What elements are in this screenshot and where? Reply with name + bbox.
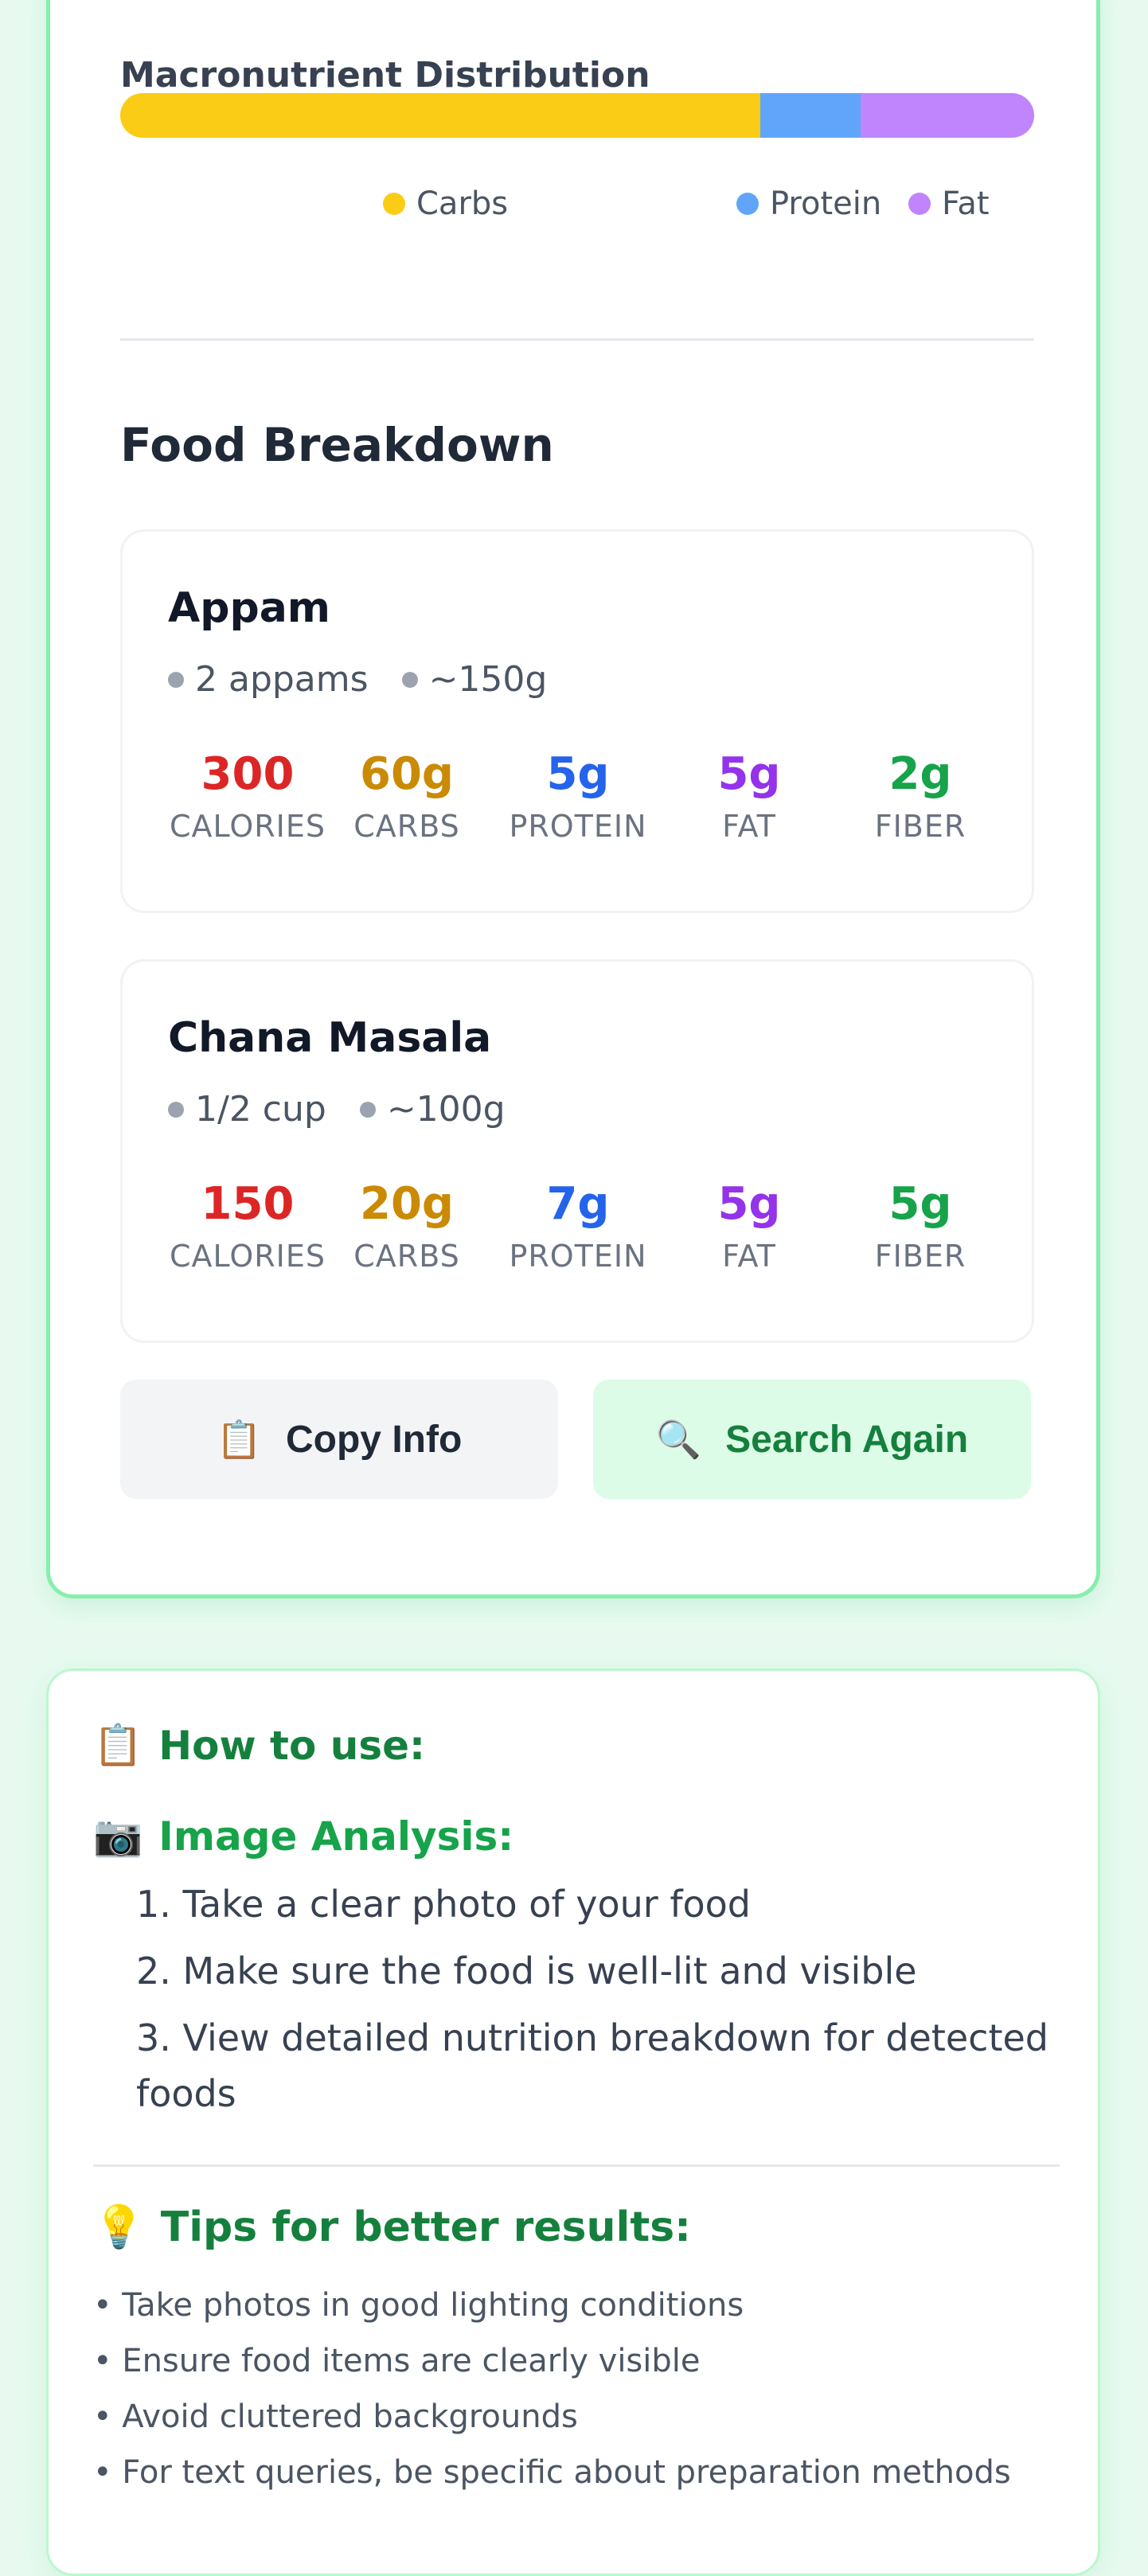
bullet-dot: [359, 1101, 376, 1118]
calories-value: 150: [201, 1178, 295, 1230]
weight-text: ~150g: [428, 659, 548, 700]
stat-calories: 300 CALORIES: [168, 747, 327, 844]
tips-heading: 💡 Tips for better results:: [93, 2203, 691, 2252]
results-card: Macronutrient Distribution Carbs Protein…: [46, 0, 1100, 1598]
copy-info-button[interactable]: 📋 Copy Info: [120, 1380, 558, 1499]
carbs-label: CARBS: [353, 1239, 460, 1274]
legend-dot-protein: [736, 193, 759, 215]
fiber-value: 2g: [888, 748, 952, 800]
food-breakdown-title: Food Breakdown: [120, 418, 554, 472]
fat-label: FAT: [722, 1239, 776, 1274]
portion-text: 1/2 cup: [195, 1089, 326, 1130]
search-again-button[interactable]: 🔍 Search Again: [593, 1380, 1031, 1499]
stat-fat: 5g FAT: [670, 747, 829, 844]
macro-bar-carbs: [120, 93, 760, 138]
protein-value: 5g: [546, 748, 610, 800]
fat-value: 5g: [717, 748, 781, 800]
legend-protein: Protein: [736, 185, 881, 222]
legend-carbs: Carbs: [383, 185, 508, 222]
food-meta: 1/2 cup ~100g: [168, 1089, 539, 1130]
fiber-value: 5g: [888, 1178, 952, 1230]
stat-fiber: 2g FIBER: [841, 747, 1000, 844]
legend-dot-carbs: [383, 193, 405, 215]
fat-label: FAT: [722, 809, 776, 844]
search-again-label: Search Again: [725, 1418, 969, 1461]
fiber-label: FIBER: [874, 1239, 966, 1274]
stat-fiber: 5g FIBER: [841, 1177, 1000, 1274]
fat-value: 5g: [717, 1178, 781, 1230]
weight-text: ~100g: [386, 1089, 506, 1130]
protein-label: PROTEIN: [509, 1239, 647, 1274]
tips-list: • Take photos in good lighting condition…: [93, 2277, 1064, 2500]
image-analysis-heading: 📷 Image Analysis:: [93, 1813, 513, 1860]
calories-label: CALORIES: [170, 809, 326, 844]
legend-fat: Fat: [908, 185, 990, 222]
stat-protein: 5g PROTEIN: [498, 747, 658, 844]
clipboard-icon: 📋: [216, 1418, 262, 1460]
copy-info-label: Copy Info: [285, 1418, 463, 1461]
legend-label-carbs: Carbs: [416, 185, 509, 222]
portion: 1/2 cup: [168, 1089, 326, 1130]
legend-dot-fat: [908, 193, 931, 215]
macro-bar-fat: [860, 93, 1034, 138]
carbs-value: 60g: [359, 748, 454, 800]
food-card-chana-masala: Chana Masala 1/2 cup ~100g 150 CALORIES …: [120, 959, 1034, 1343]
portion-text: 2 appams: [195, 659, 369, 700]
stat-carbs: 20g CARBS: [335, 1177, 478, 1274]
step-item: 1. Take a clear photo of your food: [136, 1883, 752, 1926]
tips-title: Tips for better results:: [160, 2203, 691, 2251]
stat-carbs: 60g CARBS: [335, 747, 478, 844]
how-to-use-title: How to use:: [158, 1722, 425, 1769]
tip-item: • Take photos in good lighting condition…: [93, 2287, 744, 2324]
weight: ~100g: [359, 1089, 506, 1130]
bullet-dot: [168, 1101, 184, 1118]
food-name: Chana Masala: [168, 1014, 492, 1062]
macro-bar-protein: [759, 93, 861, 138]
magnifier-icon: 🔍: [655, 1418, 702, 1460]
legend-label-protein: Protein: [770, 185, 882, 222]
how-to-use-card: 📋 How to use: 📷 Image Analysis: 1. Take …: [46, 1669, 1100, 2576]
fiber-label: FIBER: [874, 809, 966, 844]
section-divider: [120, 338, 1034, 341]
stat-calories: 150 CALORIES: [168, 1177, 327, 1274]
macro-distribution-bar: [120, 93, 1034, 138]
protein-label: PROTEIN: [509, 809, 647, 844]
food-meta: 2 appams ~150g: [168, 659, 580, 700]
carbs-value: 20g: [359, 1178, 454, 1230]
legend-label-fat: Fat: [942, 185, 990, 222]
nutrition-stats: 300 CALORIES 60g CARBS 5g PROTEIN 5g FAT…: [168, 747, 1020, 866]
food-card-appam: Appam 2 appams ~150g 300 CALORIES 60g CA…: [120, 529, 1034, 913]
tip-item: • Avoid cluttered backgrounds: [93, 2398, 578, 2435]
stat-fat: 5g FAT: [670, 1177, 829, 1274]
image-analysis-title: Image Analysis:: [158, 1813, 514, 1860]
camera-icon: 📷: [93, 1813, 143, 1859]
protein-value: 7g: [546, 1178, 610, 1230]
portion: 2 appams: [168, 659, 369, 700]
help-divider: [93, 2164, 1060, 2167]
how-to-use-heading: 📋 How to use:: [93, 1722, 425, 1769]
weight: ~150g: [401, 659, 548, 700]
stat-protein: 7g PROTEIN: [498, 1177, 658, 1274]
lightbulb-icon: 💡: [93, 2203, 145, 2251]
food-name: Appam: [168, 584, 330, 632]
bullet-dot: [168, 671, 184, 688]
bullet-dot: [401, 671, 418, 688]
nutrition-stats: 150 CALORIES 20g CARBS 7g PROTEIN 5g FAT…: [168, 1177, 1020, 1296]
step-item: 2. Make sure the food is well-lit and vi…: [136, 1950, 917, 1992]
tip-item: • For text queries, be specific about pr…: [93, 2454, 1011, 2491]
calories-value: 300: [201, 748, 295, 800]
image-analysis-steps: 1. Take a clear photo of your food 2. Ma…: [136, 1876, 1060, 2133]
clipboard-icon: 📋: [93, 1722, 143, 1768]
macro-distribution-title: Macronutrient Distribution: [120, 55, 650, 96]
step-item: 3. View detailed nutrition breakdown for…: [136, 2016, 1048, 2115]
tip-item: • Ensure food items are clearly visible: [93, 2343, 701, 2379]
carbs-label: CARBS: [353, 809, 460, 844]
calories-label: CALORIES: [170, 1239, 326, 1274]
